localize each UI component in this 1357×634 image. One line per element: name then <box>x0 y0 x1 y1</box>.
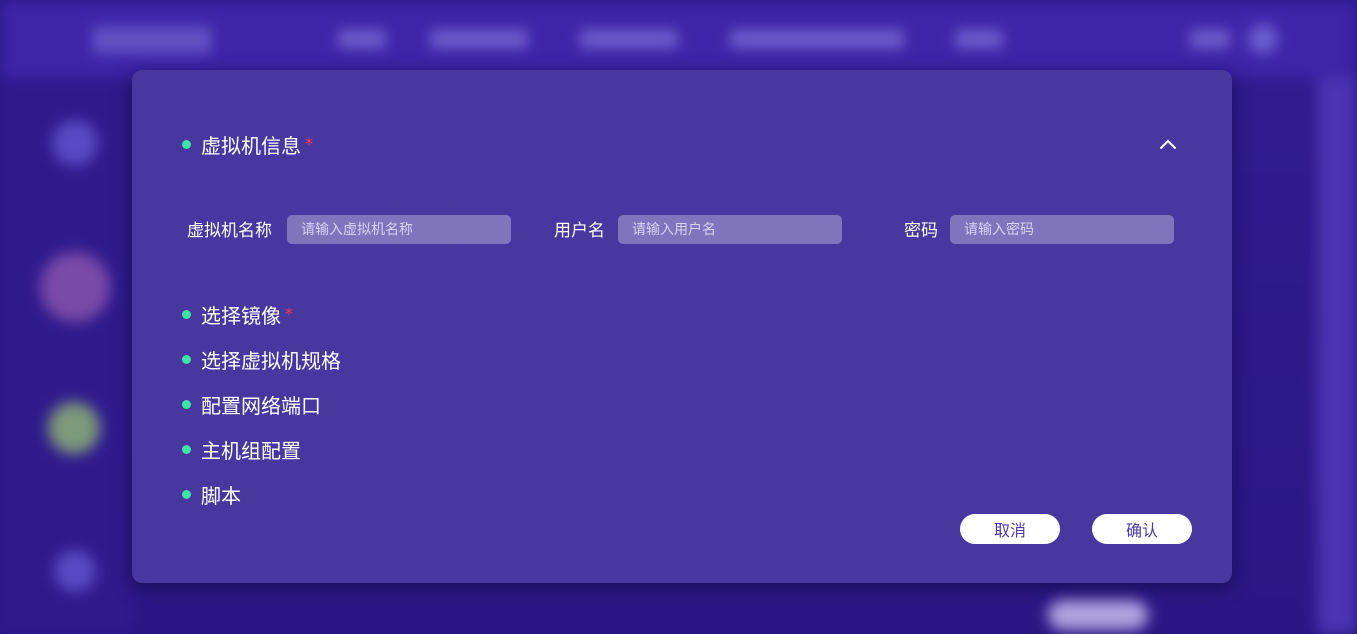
section-title: 主机组配置 <box>201 439 301 463</box>
section-title: 配置网络端口 <box>201 394 321 418</box>
username-label: 用户名 <box>554 221 605 241</box>
background-sidebar-icon <box>48 402 100 454</box>
section-host-group[interactable]: 主机组配置 <box>182 435 301 464</box>
background-nav-item <box>730 30 904 48</box>
vm-name-input[interactable] <box>287 215 511 244</box>
section-title: 脚本 <box>201 484 241 508</box>
required-mark: * <box>305 134 313 153</box>
bullet-dot-icon <box>182 445 191 454</box>
background-sidebar-icon <box>40 252 110 322</box>
section-select-image[interactable]: 选择镜像 * <box>182 300 293 329</box>
section-title: 选择镜像 <box>201 304 281 328</box>
background-nav-item <box>580 30 678 48</box>
collapse-button[interactable] <box>1156 132 1180 156</box>
section-title: 虚拟机信息 <box>201 134 301 158</box>
background-button <box>1048 600 1148 630</box>
password-input[interactable] <box>950 215 1174 244</box>
create-vm-dialog: 虚拟机信息 * 虚拟机名称 用户名 密码 选择镜像 * 选择虚拟机规格 配置网络… <box>132 70 1232 583</box>
background-sidebar-icon <box>52 120 98 166</box>
background-right-panel <box>1317 78 1357 634</box>
background-avatar <box>1248 24 1278 54</box>
section-network-port[interactable]: 配置网络端口 <box>182 390 321 419</box>
background-nav-item <box>955 30 1003 48</box>
cancel-button[interactable]: 取消 <box>960 514 1060 544</box>
section-title: 选择虚拟机规格 <box>201 349 341 373</box>
bullet-dot-icon <box>182 400 191 409</box>
required-mark: * <box>285 304 293 323</box>
background-nav-item <box>1190 30 1230 48</box>
username-input[interactable] <box>618 215 842 244</box>
section-script[interactable]: 脚本 <box>182 480 241 509</box>
background-nav-item <box>338 30 386 48</box>
bullet-dot-icon <box>182 490 191 499</box>
section-vm-info[interactable]: 虚拟机信息 * <box>182 130 313 159</box>
confirm-button[interactable]: 确认 <box>1092 514 1192 544</box>
background-nav-item <box>430 30 528 48</box>
bullet-dot-icon <box>182 140 191 149</box>
chevron-up-icon <box>1160 140 1176 149</box>
bullet-dot-icon <box>182 355 191 364</box>
background-logo <box>92 26 212 54</box>
password-label: 密码 <box>904 221 938 241</box>
background-sidebar-icon <box>54 550 96 592</box>
vm-name-label: 虚拟机名称 <box>187 221 272 241</box>
bullet-dot-icon <box>182 310 191 319</box>
section-vm-spec[interactable]: 选择虚拟机规格 <box>182 345 341 374</box>
